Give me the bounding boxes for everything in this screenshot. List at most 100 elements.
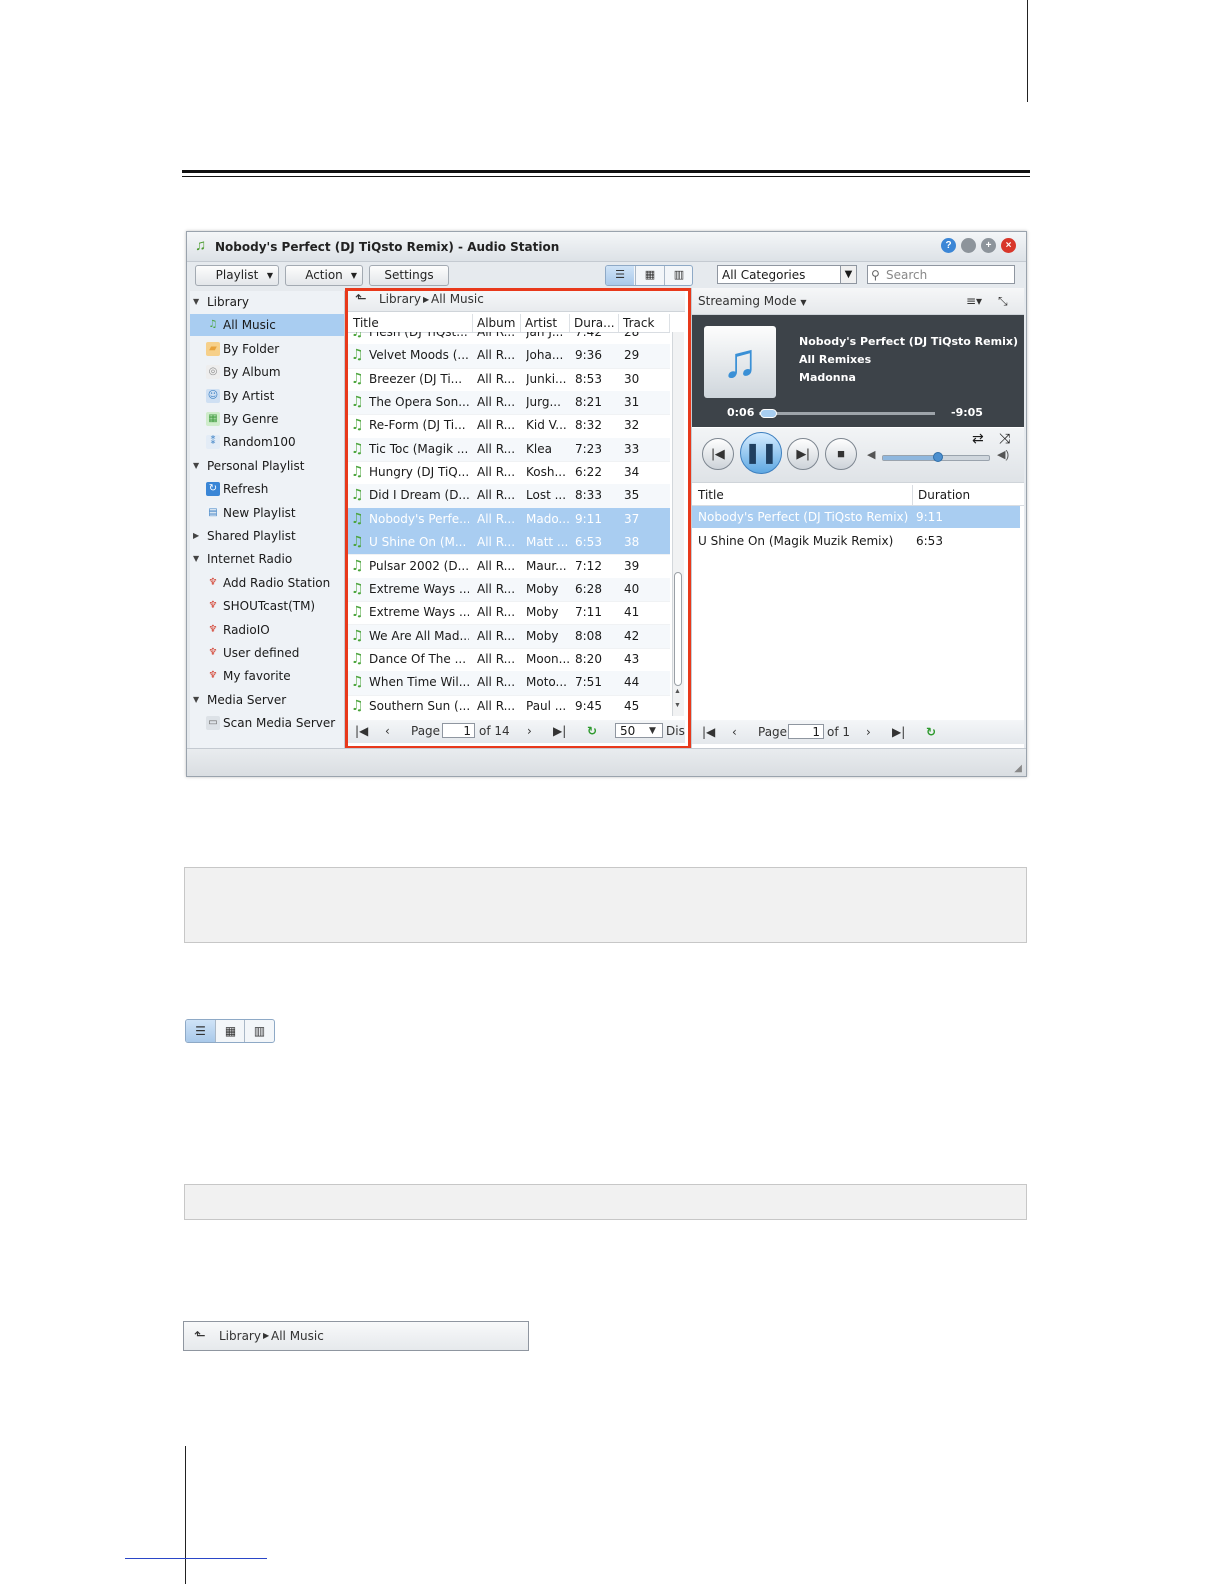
settings-button[interactable]: Settings xyxy=(369,265,449,286)
sidebar-item-my-favorite[interactable]: ♆ My favorite xyxy=(190,665,344,687)
previous-track-icon[interactable]: |◀ xyxy=(702,438,734,470)
volume-high-icon: ◀) xyxy=(997,449,1010,461)
page-number-input[interactable]: 1 xyxy=(788,724,824,739)
maximize-icon[interactable]: + xyxy=(981,238,996,253)
category-select[interactable]: All Categories ▼ xyxy=(717,265,857,284)
sidebar-item-user-defined[interactable]: ♆ User defined xyxy=(190,642,344,664)
action-button-label: Action xyxy=(305,268,343,282)
media-server-icon: ▭ xyxy=(206,716,220,731)
stop-icon[interactable]: ■ xyxy=(825,438,857,470)
album-art-music-note-icon: ♫ xyxy=(704,326,776,398)
action-button[interactable]: Action ▼ xyxy=(285,265,363,286)
collapse-player-icon[interactable]: ⤡ xyxy=(998,288,1008,314)
sidebar-item-new-playlist[interactable]: ▤ New Playlist xyxy=(190,502,344,524)
expand-triangle-icon[interactable]: ▶ xyxy=(193,525,199,547)
sidebar-item-library[interactable]: ▼ Library xyxy=(190,291,344,313)
playlist-row[interactable]: U Shine On (Magik Muzik Remix) 6:53 xyxy=(692,530,1020,552)
streaming-mode-menu[interactable]: Streaming Mode ▼ xyxy=(698,288,806,316)
sidebar-item-label: New Playlist xyxy=(223,505,296,520)
last-page-icon[interactable]: ▶| xyxy=(892,720,905,744)
sidebar-item-label: All Music xyxy=(223,318,276,333)
volume-slider[interactable] xyxy=(882,452,990,462)
playlist-column-duration[interactable]: Duration xyxy=(918,485,970,505)
dropdown-arrow-icon: ▼ xyxy=(266,271,273,280)
player-controls: |◀ ❚❚ ▶| ■ ⇄ ⤨ ◀ ◀) xyxy=(692,428,1024,483)
sidebar-item-label: By Genre xyxy=(223,412,279,426)
minimize-icon[interactable] xyxy=(961,238,976,253)
prev-page-icon[interactable]: ‹ xyxy=(732,720,737,744)
sidebar-item-media-server[interactable]: ▼ Media Server xyxy=(190,689,344,711)
progress-knob[interactable] xyxy=(759,409,777,418)
elapsed-time: 0:06 xyxy=(727,406,755,419)
thumbnail-view-icon: ▦ xyxy=(215,1020,245,1042)
sidebar-item-radioio[interactable]: ♆ RadioIO xyxy=(190,619,344,641)
player-display: ♫ Nobody's Perfect (DJ TiQsto Remix) All… xyxy=(692,315,1024,427)
collapse-triangle-icon[interactable]: ▼ xyxy=(193,689,199,711)
playlist-column-title[interactable]: Title xyxy=(698,485,724,505)
coverflow-view-icon[interactable]: ▥ xyxy=(664,266,692,285)
shuffle-icon[interactable]: ⤨ xyxy=(999,430,1010,447)
volume-knob[interactable] xyxy=(933,452,944,462)
resize-grip-icon[interactable]: ◢ xyxy=(1014,763,1022,774)
search-input[interactable]: ⚲ Search xyxy=(867,265,1015,284)
toolbar: Playlist ▼ Action ▼ Settings ☰ ▦ ▥ All C… xyxy=(187,262,1026,288)
collapse-triangle-icon[interactable]: ▼ xyxy=(193,291,199,313)
next-track-icon[interactable]: ▶| xyxy=(787,438,819,470)
thumbnail-view-icon[interactable]: ▦ xyxy=(635,266,664,285)
sidebar-item-by-artist[interactable]: ☺ By Artist xyxy=(190,385,344,407)
audio-station-window: ♫ Nobody's Perfect (DJ TiQsto Remix) - A… xyxy=(186,231,1027,777)
sidebar-item-by-genre[interactable]: ▦ By Genre xyxy=(190,408,344,430)
collapse-triangle-icon[interactable]: ▼ xyxy=(193,548,199,570)
first-page-icon[interactable]: |◀ xyxy=(702,720,715,744)
breadcrumb-library: Library xyxy=(219,1329,261,1343)
playlist-header: Title Duration xyxy=(692,485,1024,506)
highlight-frame xyxy=(345,288,691,749)
sidebar-item-by-folder[interactable]: ▰ By Folder xyxy=(190,338,344,360)
sidebar-item-refresh[interactable]: ↻ Refresh xyxy=(190,478,344,500)
now-playing-album: All Remixes xyxy=(799,353,872,366)
playlist-menu-icon[interactable]: ≡▾ xyxy=(966,288,982,314)
close-icon[interactable]: × xyxy=(1001,238,1016,253)
music-note-icon: ♫ xyxy=(208,319,218,331)
sidebar-item-add-radio-station[interactable]: ♆ Add Radio Station xyxy=(190,572,344,594)
sidebar-item-scan-media-server[interactable]: ▭ Scan Media Server xyxy=(190,712,344,734)
page-margin-line xyxy=(185,1446,186,1584)
view-mode-toggle-illustration: ☰ ▦ ▥ xyxy=(185,1019,275,1043)
sidebar-section-label: Personal Playlist xyxy=(207,458,305,473)
repeat-icon[interactable]: ⇄ xyxy=(972,430,984,447)
sidebar-item-internet-radio[interactable]: ▼ Internet Radio xyxy=(190,548,344,570)
streaming-mode-label: Streaming Mode xyxy=(698,294,797,308)
streaming-mode-bar: Streaming Mode ▼ ≡▾ ⤡ xyxy=(692,288,1024,315)
page-footer-rule xyxy=(125,1558,267,1559)
dropdown-arrow-icon: ▼ xyxy=(800,298,807,307)
dropdown-arrow-icon: ▼ xyxy=(350,271,357,280)
sidebar-item-random100[interactable]: ⁑ Random100 xyxy=(190,431,344,453)
remaining-time: -9:05 xyxy=(951,406,983,419)
sidebar-item-all-music[interactable]: ♫ All Music xyxy=(190,314,344,337)
view-mode-toggle: ☰ ▦ ▥ xyxy=(605,265,693,286)
chevron-down-icon: ▼ xyxy=(840,266,856,283)
sidebar-item-shared-playlist[interactable]: ▶ Shared Playlist xyxy=(190,525,344,547)
help-icon[interactable]: ? xyxy=(941,238,956,253)
column-divider xyxy=(912,485,913,505)
sidebar-item-label: User defined xyxy=(223,646,300,660)
sidebar-item-shoutcast-tm[interactable]: ♆ SHOUTcast(TM) xyxy=(190,595,344,617)
refresh-icon[interactable]: ↻ xyxy=(926,720,936,744)
random-icon: ⁑ xyxy=(206,435,220,450)
next-page-icon[interactable]: › xyxy=(866,720,871,744)
playlist-row[interactable]: Nobody's Perfect (DJ TiQsto Remix) 9:11 xyxy=(692,506,1020,528)
list-view-icon[interactable]: ☰ xyxy=(606,266,634,285)
collapse-triangle-icon[interactable]: ▼ xyxy=(193,455,199,477)
progress-slider[interactable] xyxy=(759,409,935,418)
sidebar-item-personal-playlist[interactable]: ▼ Personal Playlist xyxy=(190,455,344,477)
volume-low-icon: ◀ xyxy=(867,449,876,461)
sidebar-item-label: RadioIO xyxy=(223,622,270,637)
now-playing-pane: Streaming Mode ▼ ≡▾ ⤡ ♫ Nobody's Perfect… xyxy=(691,288,1024,748)
radio-tower-icon: ♆ xyxy=(208,670,218,682)
genre-icon: ▦ xyxy=(206,412,220,426)
pause-icon[interactable]: ❚❚ xyxy=(740,432,782,474)
playlist-button[interactable]: Playlist ▼ xyxy=(195,265,279,286)
sidebar-item-by-album[interactable]: ◎ By Album xyxy=(190,361,344,383)
search-placeholder: Search xyxy=(886,268,928,282)
playlist-cell-duration: 9:11 xyxy=(916,510,943,524)
